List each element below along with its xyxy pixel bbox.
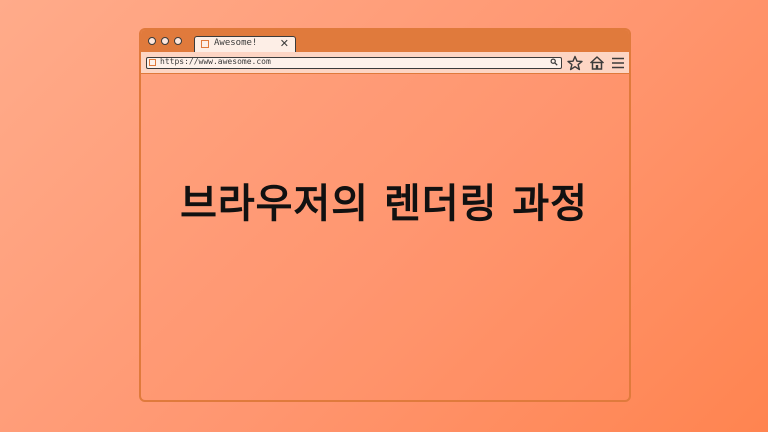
address-bar[interactable]: https://www.awesome.com — [146, 57, 562, 69]
window-dot-minimize[interactable] — [161, 37, 169, 45]
tab-title: Awesome! — [214, 38, 258, 48]
star-icon[interactable] — [567, 55, 583, 71]
page-icon — [149, 59, 156, 66]
page-headline: 브라우저의 렌더링 과정 — [180, 181, 588, 227]
toolbar: https://www.awesome.com — [141, 52, 629, 74]
window-dot-close[interactable] — [148, 37, 156, 45]
url-text: https://www.awesome.com — [160, 57, 271, 66]
menu-icon[interactable] — [610, 55, 626, 71]
browser-tab[interactable]: Awesome! ✕ — [194, 36, 296, 53]
window-dot-maximize[interactable] — [174, 37, 182, 45]
search-icon[interactable] — [550, 58, 558, 66]
title-bar: Awesome! ✕ — [141, 30, 629, 53]
home-icon[interactable] — [589, 55, 605, 71]
close-icon[interactable]: ✕ — [280, 37, 289, 50]
tab-page-icon — [201, 40, 209, 48]
